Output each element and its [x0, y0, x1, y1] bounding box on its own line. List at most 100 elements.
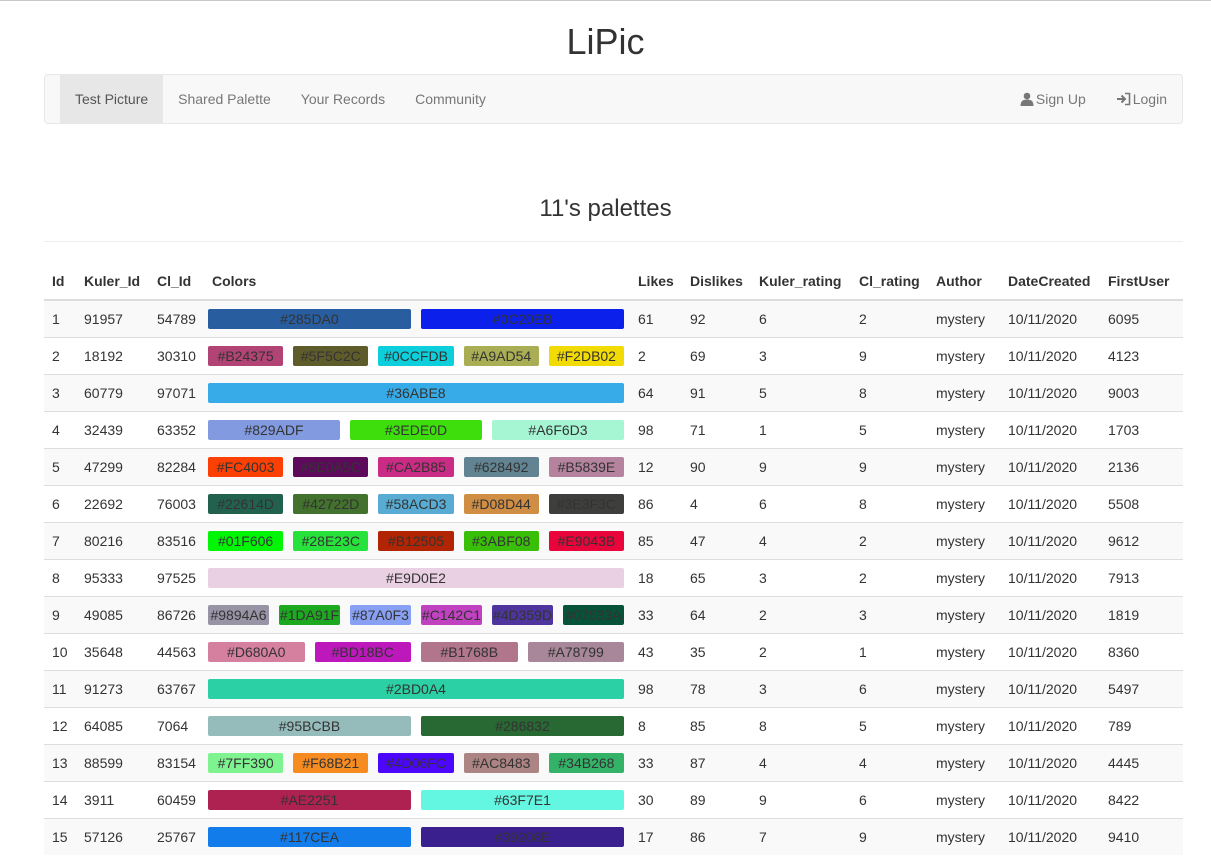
- kuler-rating-cell: 9: [751, 781, 851, 819]
- cl-rating-cell: 1: [851, 633, 928, 671]
- dislikes-cell: 65: [682, 559, 751, 597]
- kuler-id-cell: 3911: [76, 781, 149, 819]
- table-row: 2 18192 30310 #B24375 #5F5C2C #0CCFDB #A9AD54 #…: [44, 337, 1183, 375]
- dislikes-cell: 87: [682, 744, 751, 782]
- palette-swatches: #22614D #42722D #58ACD3 #D08D44 #3E3F3C: [208, 494, 625, 514]
- id-cell: 12: [44, 707, 76, 745]
- dislikes-cell: 85: [682, 707, 751, 745]
- color-swatch: #22614D: [208, 494, 284, 514]
- header-author: Author: [928, 263, 1000, 301]
- color-swatch: #01F606: [208, 531, 284, 551]
- kuler-rating-cell: 7: [751, 818, 851, 855]
- color-swatch: #4D06FC: [378, 753, 454, 773]
- nav-tab-your-records[interactable]: Your Records: [286, 75, 400, 123]
- kuler-rating-cell: 4: [751, 744, 851, 782]
- cl-rating-cell: 2: [851, 299, 928, 338]
- id-cell: 5: [44, 448, 76, 486]
- author-cell: mystery: [928, 411, 1000, 449]
- author-cell: mystery: [928, 596, 1000, 634]
- kuler-id-cell: 57126: [76, 818, 149, 855]
- likes-cell: 33: [630, 596, 682, 634]
- palette-swatches: #E9D0E2: [208, 568, 624, 588]
- color-swatch: #5F5C2C: [293, 346, 369, 366]
- page-title: 11's palettes: [539, 195, 672, 222]
- first-user-cell: 5497: [1100, 670, 1183, 708]
- cl-id-cell: 30310: [149, 337, 204, 375]
- nav-tab-test-picture[interactable]: Test Picture: [60, 75, 164, 123]
- colors-cell: #9894A6 #1DA91F #87A0F3 #C142C1 #4D359D #0753…: [204, 596, 630, 634]
- table-row: 6 22692 76003 #22614D #42722D #58ACD3 #D08D44 #…: [44, 485, 1183, 523]
- id-cell: 14: [44, 781, 76, 819]
- cl-rating-cell: 2: [851, 559, 928, 597]
- nav-right: Sign Up Login: [1005, 75, 1182, 123]
- login-icon: [1116, 92, 1131, 106]
- date-created-cell: 10/11/2020: [1000, 299, 1100, 338]
- first-user-cell: 2136: [1100, 448, 1183, 486]
- cl-id-cell: 83154: [149, 744, 204, 782]
- kuler-rating-cell: 3: [751, 559, 851, 597]
- palette-swatches: #FC4003 #5E0A5C #CA2B85 #628492 #B5839E: [208, 457, 625, 477]
- author-cell: mystery: [928, 633, 1000, 671]
- header-kuler-rating: Kuler_rating: [751, 263, 851, 301]
- cl-id-cell: 83516: [149, 522, 204, 560]
- nav-left: Test Picture Shared Palette Your Records…: [60, 75, 501, 123]
- color-swatch: #829ADF: [208, 420, 340, 440]
- color-swatch: #F68B21: [293, 753, 369, 773]
- color-swatch: #0CCFDB: [378, 346, 454, 366]
- header-likes: Likes: [630, 263, 682, 301]
- color-swatch: #34B268: [548, 753, 625, 773]
- color-swatch: #28E23C: [293, 531, 369, 551]
- color-swatch: #7FF390: [208, 753, 284, 773]
- likes-cell: 98: [630, 670, 682, 708]
- kuler-id-cell: 95333: [76, 559, 149, 597]
- color-swatch: #A9AD54: [463, 346, 539, 366]
- first-user-cell: 8422: [1100, 781, 1183, 819]
- nav-tab-community[interactable]: Community: [400, 75, 501, 123]
- likes-cell: 98: [630, 411, 682, 449]
- cl-id-cell: 97071: [149, 374, 204, 412]
- first-user-cell: 4123: [1100, 337, 1183, 375]
- color-swatch: #2BD0A4: [208, 679, 624, 699]
- cl-rating-cell: 9: [851, 448, 928, 486]
- color-swatch: #3EDE0D: [350, 420, 482, 440]
- cl-id-cell: 82284: [149, 448, 204, 486]
- color-swatch: #628492: [463, 457, 539, 477]
- id-cell: 2: [44, 337, 76, 375]
- cl-id-cell: 44563: [149, 633, 204, 671]
- color-swatch: #B24375: [208, 346, 284, 366]
- palette-swatches: #285DA0 #0C20EB: [208, 309, 624, 329]
- table-row: 3 60779 97071 #36ABE8 64 91 5 8 mystery 10/11/202…: [44, 374, 1183, 412]
- date-created-cell: 10/11/2020: [1000, 744, 1100, 782]
- signup-link[interactable]: Sign Up: [1005, 75, 1101, 123]
- header-date-created: DateCreated: [1000, 263, 1100, 301]
- palette-swatches: #01F606 #28E23C #B12505 #3ABF08 #E9043B: [208, 531, 625, 551]
- color-swatch: #286832: [421, 716, 624, 736]
- nav-tab-shared-palette[interactable]: Shared Palette: [163, 75, 286, 123]
- kuler-rating-cell: 6: [751, 485, 851, 523]
- header-kuler-id: Kuler_Id: [76, 263, 149, 301]
- first-user-cell: 6095: [1100, 299, 1183, 338]
- dislikes-cell: 78: [682, 670, 751, 708]
- cl-rating-cell: 2: [851, 522, 928, 560]
- date-created-cell: 10/11/2020: [1000, 633, 1100, 671]
- cl-rating-cell: 3: [851, 596, 928, 634]
- likes-cell: 33: [630, 744, 682, 782]
- kuler-rating-cell: 3: [751, 670, 851, 708]
- colors-cell: #01F606 #28E23C #B12505 #3ABF08 #E9043B: [204, 522, 630, 560]
- id-cell: 15: [44, 818, 76, 855]
- color-swatch: #AE2251: [208, 790, 411, 810]
- color-swatch: #1DA91F: [279, 605, 340, 625]
- login-link[interactable]: Login: [1101, 75, 1182, 123]
- cl-id-cell: 86726: [149, 596, 204, 634]
- header-cl-rating: Cl_rating: [851, 263, 928, 301]
- cl-rating-cell: 9: [851, 337, 928, 375]
- table-body: 1 91957 54789 #285DA0 #0C20EB 61 92 6 2 mystery 10…: [44, 299, 1183, 855]
- kuler-rating-cell: 1: [751, 411, 851, 449]
- author-cell: mystery: [928, 337, 1000, 375]
- likes-cell: 18: [630, 559, 682, 597]
- cl-id-cell: 76003: [149, 485, 204, 523]
- colors-cell: #829ADF #3EDE0D #A6F6D3: [204, 411, 630, 449]
- kuler-id-cell: 49085: [76, 596, 149, 634]
- date-created-cell: 10/11/2020: [1000, 448, 1100, 486]
- colors-cell: #285DA0 #0C20EB: [204, 299, 630, 338]
